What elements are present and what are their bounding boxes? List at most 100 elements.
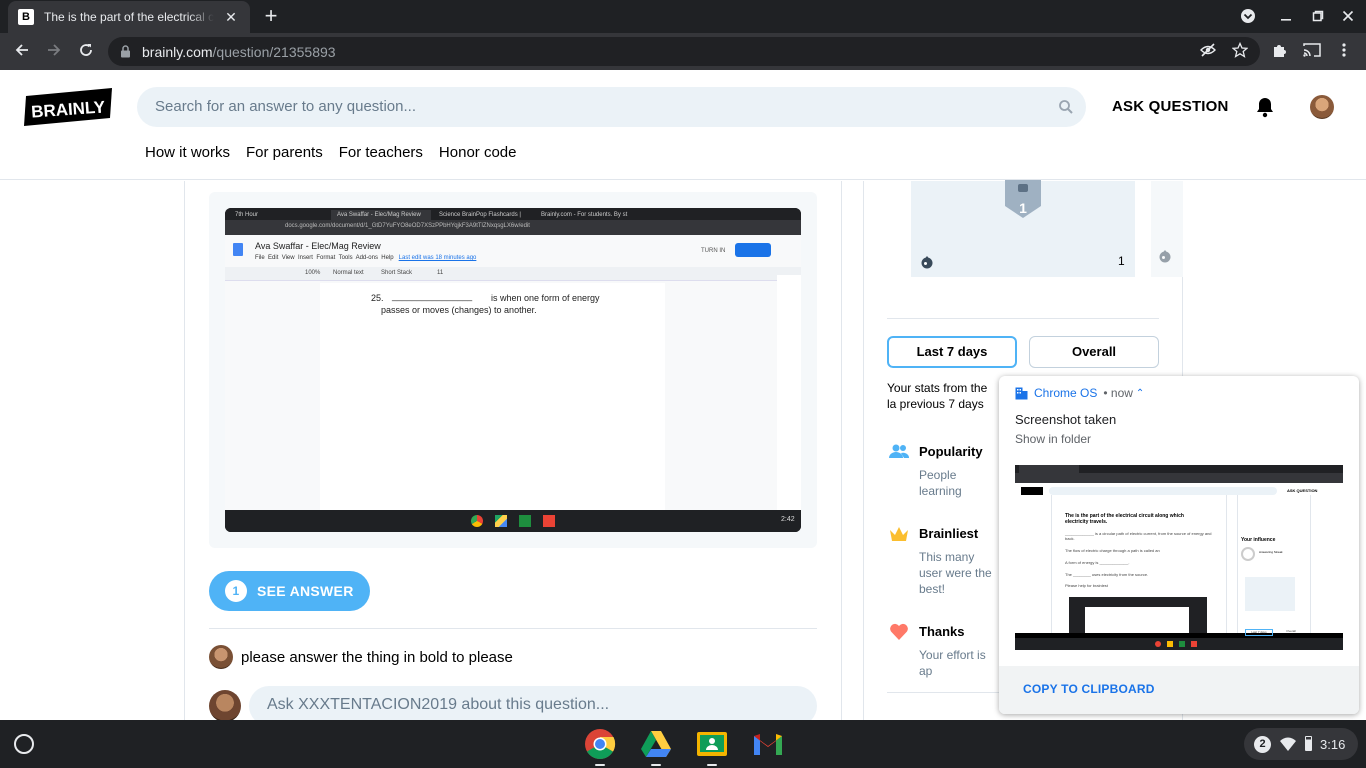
- stat-thanks-desc: Your effort is ap: [919, 648, 986, 678]
- screenshot-notification[interactable]: Chrome OS • now ⌃ Screenshot taken Show …: [999, 376, 1359, 714]
- asker-avatar[interactable]: [209, 690, 241, 722]
- answer-count-badge: 1: [225, 580, 247, 602]
- stat-brainliest-desc: This many user were the best!: [919, 550, 992, 596]
- nav-how-it-works[interactable]: How it works: [145, 144, 230, 161]
- embedded-share-button: [735, 243, 771, 257]
- embedded-tab: Ava Swaffar - Elec/Mag Review: [331, 210, 431, 220]
- search-icon[interactable]: [1058, 99, 1074, 115]
- nav-for-parents[interactable]: For parents: [246, 144, 323, 161]
- google-drive-icon[interactable]: [640, 728, 672, 760]
- user-avatar[interactable]: [1310, 95, 1334, 119]
- show-in-folder-link[interactable]: Show in folder: [1015, 432, 1091, 446]
- copy-to-clipboard-button[interactable]: COPY TO CLIPBOARD: [1023, 682, 1155, 696]
- tab-strip: B The is the part of the electrical ci ✕…: [0, 0, 1366, 33]
- url-text: brainly.com/question/21355893: [142, 44, 336, 60]
- maximize-button[interactable]: [1309, 8, 1327, 26]
- site-nav: How it works For parents For teachers Ho…: [145, 144, 516, 161]
- extensions-puzzle-icon[interactable]: [1270, 42, 1290, 62]
- arrow-right-icon: [48, 44, 61, 56]
- embedded-side-panel: [777, 275, 801, 515]
- reload-icon: [80, 44, 92, 56]
- arrow-left-icon: [15, 44, 28, 56]
- chevron-up-icon[interactable]: ⌃: [1136, 388, 1144, 399]
- lock-icon: [121, 45, 130, 58]
- tab-overall[interactable]: Overall: [1029, 336, 1159, 368]
- gmail-icon[interactable]: [752, 728, 784, 760]
- stat-brainliest-title: Brainliest: [919, 526, 979, 541]
- embedded-url: docs.google.com/document/d/1_GtD7YuFYO8e…: [285, 223, 530, 229]
- comment-text: please answer the thing in bold to pleas…: [241, 649, 513, 666]
- drop-icon: [1159, 250, 1171, 263]
- clock: 3:16: [1320, 737, 1346, 752]
- search-input[interactable]: Search for an answer to any question...: [137, 87, 1086, 127]
- google-classroom-icon[interactable]: [696, 728, 728, 760]
- embedded-shelf: 2:42: [225, 510, 801, 532]
- docs-icon: [233, 243, 243, 256]
- comment-avatar[interactable]: [209, 645, 233, 669]
- app-running-indicator: [651, 764, 661, 766]
- embedded-tab: Brainly.com - For students. By st: [541, 212, 628, 218]
- divider: [209, 628, 817, 629]
- close-icon: [1342, 10, 1354, 22]
- close-tab-icon[interactable]: ✕: [222, 8, 240, 26]
- bell-icon[interactable]: [1255, 96, 1275, 118]
- heart-icon: [890, 623, 908, 640]
- launcher-icon[interactable]: [14, 734, 34, 754]
- minimize-button[interactable]: [1277, 8, 1295, 26]
- see-answer-button[interactable]: 1 SEE ANSWER: [209, 571, 370, 611]
- notification-time: • now: [1103, 386, 1133, 400]
- embedded-menu: File Edit View Insert Format Tools Add-o…: [255, 255, 477, 261]
- influence-count: 1: [1118, 254, 1125, 268]
- nav-for-teachers[interactable]: For teachers: [339, 144, 423, 161]
- reload-button[interactable]: [75, 41, 97, 63]
- browser-menu-icon[interactable]: [1334, 42, 1354, 62]
- crown-icon: [890, 527, 908, 541]
- embedded-format-bar: 100% Normal text Short Stack 11: [225, 267, 801, 281]
- embedded-doc-title: Ava Swaffar - Elec/Mag Review: [255, 241, 381, 251]
- divider: [887, 318, 1159, 319]
- embedded-turn-in: TURN IN: [701, 248, 726, 254]
- tab-last-7-days[interactable]: Last 7 days: [887, 336, 1017, 368]
- screenshot-thumbnail[interactable]: ASK QUESTION The is the part of the elec…: [1015, 465, 1343, 650]
- tab-search-button[interactable]: [1239, 8, 1257, 26]
- app-running-indicator: [707, 764, 717, 766]
- status-tray[interactable]: 2 3:16: [1244, 728, 1358, 760]
- attachment-image[interactable]: 7th Hour Ava Swaffar - Elec/Mag Review S…: [225, 208, 801, 532]
- embedded-page: 25. ________________ is when one form of…: [320, 283, 665, 510]
- bookmark-star-icon[interactable]: [1230, 41, 1250, 62]
- brainly-logo[interactable]: BRAINLY: [24, 88, 113, 126]
- stat-thanks-title: Thanks: [919, 624, 965, 639]
- eye-off-icon[interactable]: [1198, 42, 1218, 62]
- screen: { "browser": { "tab_title": "The is the …: [0, 0, 1366, 768]
- close-window-button[interactable]: [1339, 8, 1357, 26]
- new-tab-button[interactable]: +: [260, 4, 282, 28]
- brainly-favicon-icon: B: [18, 9, 34, 25]
- see-answer-label: SEE ANSWER: [257, 583, 354, 599]
- back-button[interactable]: [11, 41, 33, 63]
- forward-button[interactable]: [43, 41, 65, 63]
- embedded-tab-strip: 7th Hour Ava Swaffar - Elec/Mag Review S…: [225, 208, 801, 220]
- site-header: BRAINLY Search for an answer to any ques…: [0, 70, 1366, 180]
- restore-icon: [1312, 10, 1324, 22]
- address-bar[interactable]: brainly.com/question/21355893: [108, 37, 1260, 66]
- chevron-down-circle-icon: [1241, 9, 1255, 23]
- notification-count-badge: 2: [1254, 736, 1271, 753]
- notification-app-name: Chrome OS: [1034, 386, 1098, 400]
- minimize-icon: [1281, 19, 1291, 21]
- notification-actions: COPY TO CLIPBOARD: [999, 666, 1359, 714]
- ask-question-button[interactable]: ASK QUESTION: [1112, 98, 1229, 115]
- people-icon: [889, 444, 909, 458]
- chrome-icon[interactable]: [584, 728, 616, 760]
- embedded-tab: 7th Hour: [235, 212, 259, 218]
- browser-toolbar: brainly.com/question/21355893: [0, 33, 1366, 70]
- embedded-url-bar: docs.google.com/document/d/1_GtD7YuFYO8e…: [225, 220, 801, 235]
- drop-icon: [921, 256, 933, 269]
- nav-honor-code[interactable]: Honor code: [439, 144, 517, 161]
- cast-icon[interactable]: [1302, 42, 1322, 62]
- embedded-tab: Science BrainPop Flashcards |: [439, 212, 521, 218]
- wifi-icon: [1280, 737, 1296, 751]
- chromeos-shelf: 2 3:16: [0, 720, 1366, 768]
- app-running-indicator: [595, 764, 605, 766]
- tab-title: The is the part of the electrical ci: [44, 10, 214, 24]
- browser-tab-active[interactable]: B The is the part of the electrical ci ✕: [8, 1, 250, 33]
